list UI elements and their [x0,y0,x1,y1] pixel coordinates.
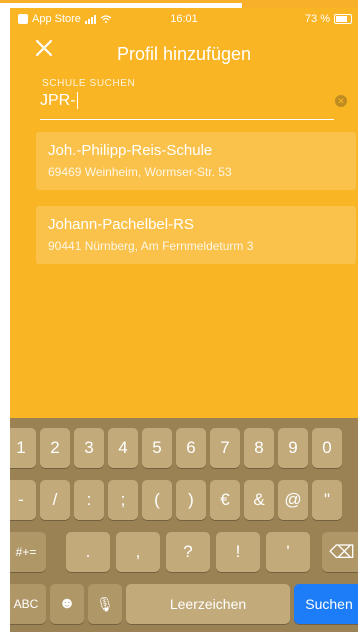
key-9[interactable]: 9 [278,428,308,468]
key-4[interactable]: 4 [108,428,138,468]
key-3[interactable]: 3 [74,428,104,468]
key-open-paren[interactable]: ( [142,480,172,520]
key-7[interactable]: 7 [210,428,240,468]
result-item-1[interactable]: Joh.-Philipp-Reis-Schule 69469 Weinheim,… [36,132,356,190]
keyboard: 1 2 3 4 5 6 7 8 9 0 - / : ; ( ) € & @ " … [10,418,358,632]
key-more-symbols[interactable]: #+= [10,532,46,572]
key-ampersand[interactable]: & [244,480,274,520]
key-6[interactable]: 6 [176,428,206,468]
key-colon[interactable]: : [74,480,104,520]
search-label: SCHULE SUCHEN [42,78,136,89]
result-name: Johann-Pachelbel-RS [48,216,194,233]
key-semicolon[interactable]: ; [108,480,138,520]
result-address: 90441 Nürnberg, Am Fernmeldeturm 3 [48,239,254,253]
search-input-value: JPR- [40,92,76,109]
search-key[interactable]: Suchen [294,584,358,624]
key-2[interactable]: 2 [40,428,70,468]
key-0[interactable]: 0 [312,428,342,468]
key-quote[interactable]: " [312,480,342,520]
key-1[interactable]: 1 [10,428,36,468]
key-abc[interactable]: ABC [10,584,46,624]
key-slash[interactable]: / [40,480,70,520]
result-name: Joh.-Philipp-Reis-Schule [48,142,213,159]
key-apostrophe[interactable]: ' [266,532,310,572]
backspace-key[interactable]: ⌫ [322,532,358,572]
key-comma[interactable]: , [116,532,160,572]
clear-search-icon[interactable]: ✕ [335,95,347,107]
emoji-icon[interactable]: ☻ [50,584,84,624]
key-8[interactable]: 8 [244,428,274,468]
search-input[interactable]: JPR- [40,92,334,116]
key-close-paren[interactable]: ) [176,480,206,520]
space-key[interactable]: Leerzeichen [126,584,290,624]
key-question[interactable]: ? [166,532,210,572]
key-at[interactable]: @ [278,480,308,520]
key-5[interactable]: 5 [142,428,172,468]
status-right: 73 % [305,13,352,25]
result-item-2[interactable]: Johann-Pachelbel-RS 90441 Nürnberg, Am F… [36,206,356,264]
phone-screen: App Store 16:01 73 % Profil hinzufügen S… [10,8,358,632]
key-exclamation[interactable]: ! [216,532,260,572]
search-underline [40,119,334,120]
status-bar: App Store 16:01 73 % [10,8,358,28]
key-period[interactable]: . [66,532,110,572]
text-cursor [76,92,78,110]
page-title: Profil hinzufügen [116,44,252,64]
battery-icon [334,14,352,24]
top-notch-bar [242,0,358,8]
result-address: 69469 Weinheim, Wormser-Str. 53 [48,165,232,179]
key-euro[interactable]: € [210,480,240,520]
battery-percent: 73 % [304,13,330,25]
key-minus[interactable]: - [10,480,36,520]
microphone-icon[interactable]: 🎙 [88,584,122,624]
